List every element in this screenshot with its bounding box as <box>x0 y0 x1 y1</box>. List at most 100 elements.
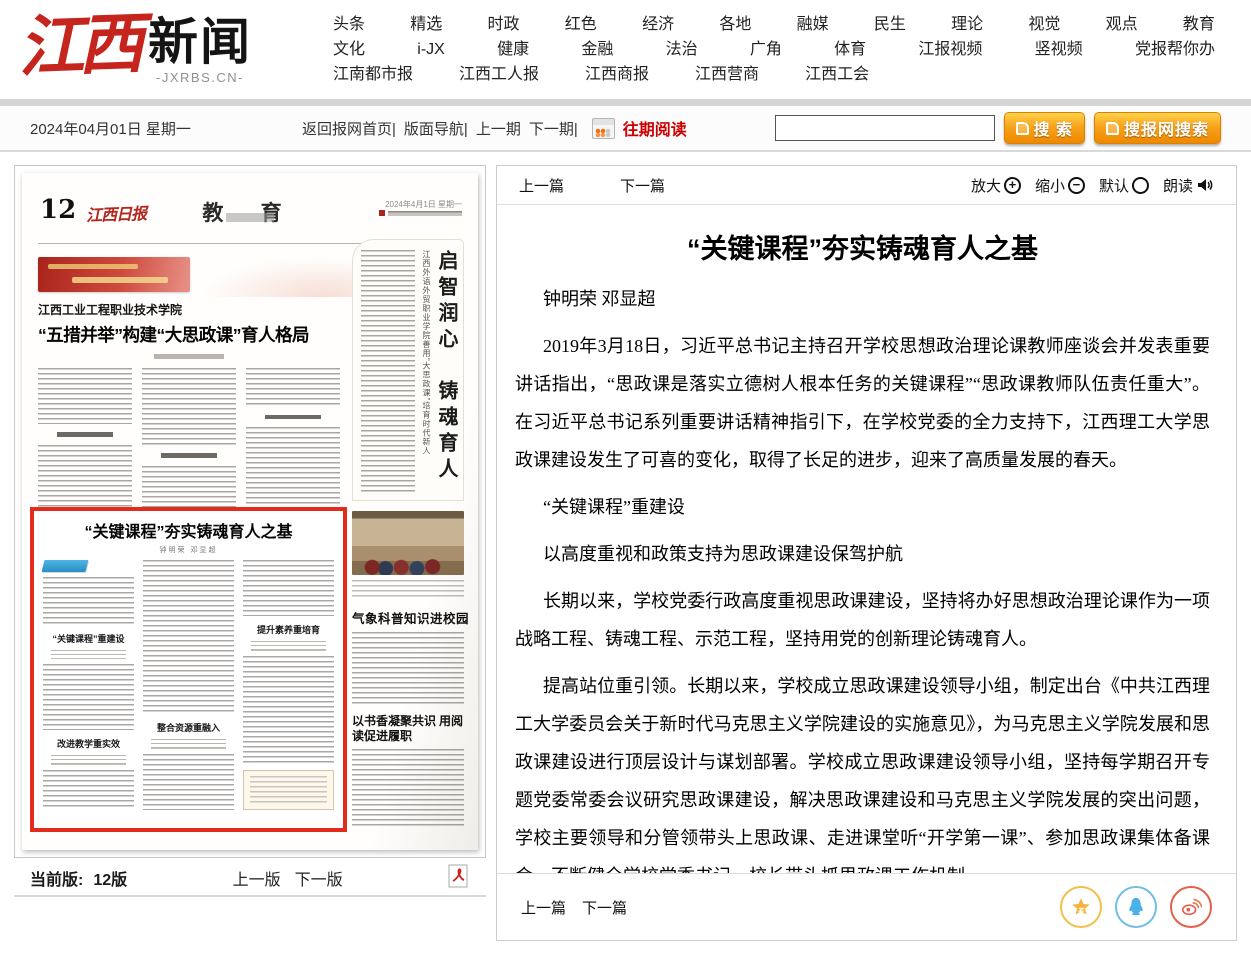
nav-item[interactable]: 教育 <box>1183 12 1215 37</box>
nav-item[interactable]: 健康 <box>497 37 529 62</box>
nav-item[interactable]: 江西工人报 <box>459 62 539 87</box>
calendar-icon[interactable] <box>592 118 615 139</box>
prev-article-link[interactable]: 上一篇 <box>521 897 566 918</box>
newspaper-page-image[interactable]: 12 江西日报 教 育 2024年4月1日 星期一 江西工业工程职业技术学院 “… <box>22 173 478 850</box>
site-logo[interactable]: 江西 新闻 -JXRBS.CN- <box>18 6 252 85</box>
article-title: “关键课程”夯实铸魂育人之基 <box>515 227 1210 266</box>
highlight-headline: “关键课程”夯实铸魂育人之基 <box>43 518 334 542</box>
nav-item[interactable]: 党报帮你办 <box>1135 37 1215 62</box>
logo-jiangxi-calligraphy: 江西 <box>17 4 150 86</box>
past-issues-link[interactable]: 往期阅读 <box>623 116 687 140</box>
page-nav-link[interactable]: 版面导航| <box>404 118 468 139</box>
section-label-pill <box>226 213 274 222</box>
next-article-link[interactable]: 下一篇 <box>582 897 627 918</box>
text-lines <box>43 770 134 810</box>
newspaper-thumbnail-frame: 12 江西日报 教 育 2024年4月1日 星期一 江西工业工程职业技术学院 “… <box>14 165 486 858</box>
nav-item[interactable]: 理论 <box>951 12 983 37</box>
nav-item[interactable]: 经济 <box>642 12 674 37</box>
page-preview-footer: 当前版: 12版 上一版 下一版 <box>14 861 486 897</box>
default-size-control[interactable]: 默认 <box>1099 175 1149 196</box>
read-aloud-control[interactable]: 朗读 <box>1163 175 1214 196</box>
top-article-headline: “五措并举”构建“大思政课”育人格局 <box>38 322 340 347</box>
nav-item[interactable]: 法治 <box>666 37 698 62</box>
search-hand-icon <box>1106 122 1119 135</box>
text-lines <box>250 776 327 804</box>
text-lines <box>246 427 340 512</box>
subhead-underline <box>51 650 126 659</box>
current-page-label: 当前版: <box>30 866 83 890</box>
nav-item[interactable]: 精选 <box>410 12 442 37</box>
nav-item[interactable]: 竖视频 <box>1035 37 1083 62</box>
minus-circle-icon: − <box>1068 177 1085 194</box>
prev-article-link[interactable]: 上一篇 <box>519 175 564 196</box>
nav-item[interactable]: 时政 <box>488 12 520 37</box>
weibo-share-button[interactable] <box>1170 886 1212 928</box>
top-article[interactable]: 江西工业工程职业技术学院 “五措并举”构建“大思政课”育人格局 <box>38 301 340 512</box>
nav-item[interactable]: 文化 <box>333 37 365 62</box>
prev-page-link[interactable]: 上一版 <box>233 866 281 890</box>
logo-domain-text: -JXRBS.CN- <box>156 70 244 85</box>
nav-item[interactable]: i-JX <box>417 37 445 62</box>
text-lines <box>43 577 134 625</box>
article-reader-panel: 上一篇 下一篇 放大+ 缩小− 默认 朗读 “关键课程”夯实铸魂育人之基 钟明荣… <box>496 165 1237 941</box>
text-lines <box>38 368 132 424</box>
side-article-subtitle: 江西外语外贸职业学院善用“大思政课”培育时代新人 <box>421 250 431 488</box>
weather-article-headline: 气象科普知识进校园 <box>352 608 464 627</box>
photo-caption-lines <box>352 580 464 600</box>
site-search-button[interactable]: 搜报网搜索 <box>1094 112 1221 144</box>
qzone-share-button[interactable] <box>1060 886 1102 928</box>
text-lines <box>388 211 462 216</box>
empty-circle-icon <box>1132 177 1149 194</box>
article-footer: 上一篇 下一篇 <box>497 873 1236 940</box>
text-lines <box>43 664 134 730</box>
subhead-bar <box>57 432 113 437</box>
next-article-link[interactable]: 下一篇 <box>620 175 665 196</box>
nav-item[interactable]: 体育 <box>834 37 866 62</box>
highlighted-article-box[interactable]: “关键课程”夯实铸魂育人之基 钟明荣 邓显超 “关键课程”重建设 改进教学重实效 <box>30 507 347 832</box>
next-issue-link[interactable]: 下一期| <box>529 118 578 139</box>
article-subhead: 以高度重视和政策支持为思政课建设保驾护航 <box>515 535 1210 573</box>
nav-item[interactable]: 头条 <box>333 12 365 37</box>
nav-item[interactable]: 视觉 <box>1028 12 1060 37</box>
nav-item[interactable]: 江南都市报 <box>333 62 413 87</box>
zoom-in-control[interactable]: 放大+ <box>971 175 1021 196</box>
nav-row-1: 头条 精选 时政 红色 经济 各地 融媒 民生 理论 视觉 观点 教育 <box>333 12 1215 37</box>
pdf-icon[interactable] <box>448 864 468 893</box>
red-theme-banner <box>38 257 190 292</box>
text-lines <box>243 560 334 616</box>
highlight-subhead: “关键课程”重建设 <box>43 632 134 645</box>
search-input[interactable] <box>775 115 995 141</box>
nav-item[interactable]: 江报视频 <box>918 37 982 62</box>
speaker-icon <box>1196 176 1214 194</box>
nav-item[interactable]: 江西营商 <box>695 62 759 87</box>
back-home-link[interactable]: 返回报网首页| <box>302 118 396 139</box>
next-page-link[interactable]: 下一版 <box>295 866 343 890</box>
nav-item[interactable]: 观点 <box>1106 12 1138 37</box>
newspaper-date-block: 2024年4月1日 星期一 <box>379 199 462 216</box>
byline-placeholder <box>154 354 224 359</box>
text-lines <box>143 560 234 714</box>
text-lines <box>243 656 334 765</box>
nav-item[interactable]: 金融 <box>581 37 613 62</box>
text-lines <box>143 754 234 810</box>
highlight-subhead: 整合资源重融入 <box>143 721 234 734</box>
issue-date: 2024年04月01日 星期一 <box>30 118 280 139</box>
top-article-kicker: 江西工业工程职业技术学院 <box>38 301 340 318</box>
news-photo <box>352 511 464 575</box>
article-subhead: “关键课程”重建设 <box>515 488 1210 526</box>
nav-item[interactable]: 江西商报 <box>585 62 649 87</box>
nav-item[interactable]: 红色 <box>565 12 597 37</box>
subhead-bar <box>161 453 217 458</box>
side-article-card[interactable]: 江西外语外贸职业学院善用“大思政课”培育时代新人 启智润心 铸魂育人 <box>352 239 464 501</box>
nav-item[interactable]: 江西工会 <box>805 62 869 87</box>
nav-item[interactable]: 融媒 <box>797 12 829 37</box>
nav-item[interactable]: 各地 <box>719 12 751 37</box>
nav-item[interactable]: 民生 <box>874 12 906 37</box>
search-button[interactable]: 搜 索 <box>1004 112 1085 144</box>
search-hand-icon <box>1016 122 1029 135</box>
zoom-out-control[interactable]: 缩小− <box>1035 175 1085 196</box>
qq-share-button[interactable] <box>1115 886 1157 928</box>
prev-issue-link[interactable]: 上一期 <box>476 118 521 139</box>
subhead-underline <box>251 641 326 651</box>
nav-item[interactable]: 广角 <box>750 37 782 62</box>
